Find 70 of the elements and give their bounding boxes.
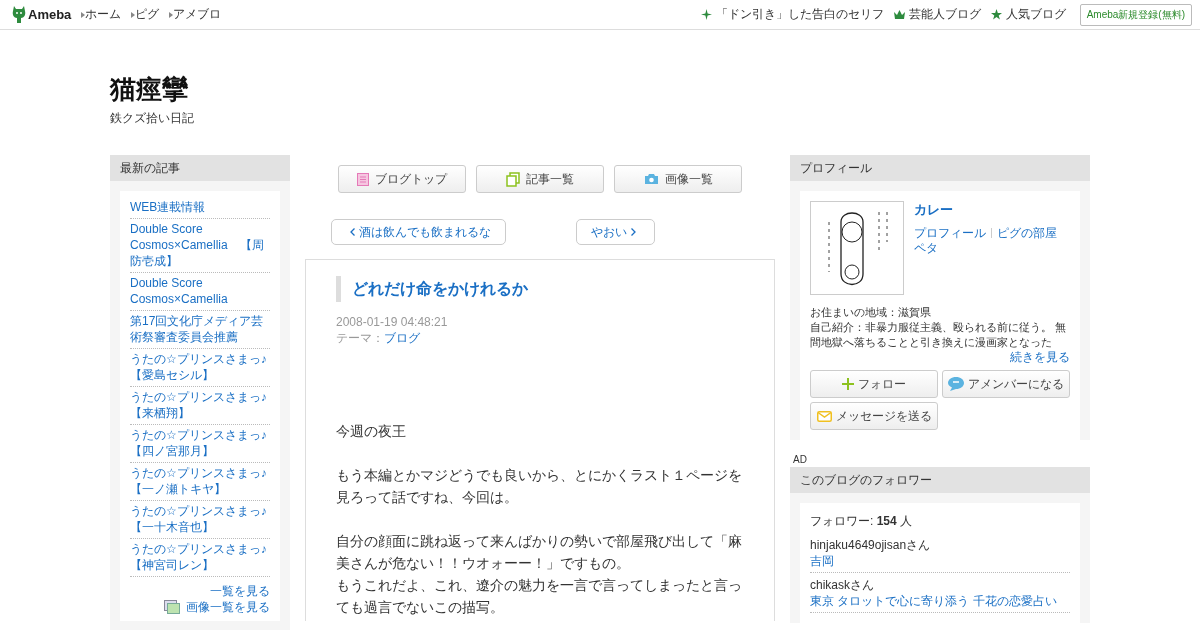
body-text: 今週の夜王: [336, 422, 407, 441]
article-link[interactable]: うたの☆プリンスさまっ♪【神宮司レン】: [130, 539, 270, 577]
peta-link[interactable]: ペタ: [914, 241, 1057, 255]
nav-link[interactable]: ホーム: [85, 6, 122, 23]
image-icon: [164, 600, 180, 614]
article-title[interactable]: どれだけ命をかけれるか: [336, 276, 744, 302]
body-text: 自分の顔面に跳ね返って来んばかりの勢いで部屋飛び出して「麻美さんが危ない！！ウオォーー！」ですもの。: [336, 532, 743, 573]
blog-title[interactable]: 猫痙攣: [110, 74, 1090, 104]
follower-name: hinjaku4649ojisanさん: [810, 537, 932, 553]
body-text: もう本編とかマジどうでも良いから、とにかくラスト１ページを見ろって話ですね、今回は。: [336, 466, 743, 507]
article-link[interactable]: 第17回文化庁メディア芸術祭審査委員会推薦: [130, 311, 270, 349]
panel-heading: 最新の記事: [110, 155, 290, 181]
theme-label: テーマ：: [336, 331, 384, 345]
plus-icon: [842, 378, 854, 390]
member-button[interactable]: アメンバーになる: [942, 370, 1070, 398]
chevron-left-icon: [350, 228, 355, 236]
article-link[interactable]: うたの☆プリンスさまっ♪【四ノ宮那月】: [130, 425, 270, 463]
read-more-link[interactable]: 続きを見る: [810, 350, 1070, 364]
article-link[interactable]: Double Score Cosmos×Camellia: [130, 273, 270, 311]
crown-icon: [893, 10, 905, 19]
documents-icon: [506, 171, 520, 187]
blog-subtitle: 鉄クズ拾い日記: [110, 110, 195, 127]
nav-link[interactable]: ピグ: [135, 6, 160, 23]
logo-icon: [12, 6, 26, 23]
register-button[interactable]: Ameba新規登録(無料): [1079, 3, 1192, 26]
triangle-icon: [81, 11, 86, 18]
triangle-icon: [169, 11, 174, 18]
chevron-right-icon: [631, 228, 636, 236]
top-link[interactable]: 芸能人ブログ: [908, 6, 981, 23]
article-link[interactable]: うたの☆プリンスさまっ♪【一ノ瀬トキヤ】: [130, 463, 270, 501]
profile-area: お住まいの地域：滋賀県: [810, 305, 1070, 320]
follower-blog-link[interactable]: 東京 タロットで心に寄り添う 千花の恋愛占い: [810, 593, 1070, 609]
pigg-room-link[interactable]: ピグの部屋: [997, 227, 1057, 239]
previous-article-button[interactable]: 酒は飲んでも飲まれるな: [331, 219, 506, 245]
article-link[interactable]: うたの☆プリンスさまっ♪【一十木音也】: [130, 501, 270, 539]
follow-button[interactable]: フォロー: [810, 370, 938, 398]
top-link[interactable]: 「ドン引き」した告白のセリフ: [715, 6, 884, 23]
follower-name: chikaskさん: [810, 577, 875, 593]
article-link[interactable]: WEB連載情報: [130, 197, 270, 219]
sparkle-icon: [700, 9, 712, 20]
follower-blog-link[interactable]: 吉岡: [810, 553, 1070, 569]
ad-label: AD: [793, 454, 808, 465]
message-button[interactable]: メッセージを送る: [810, 402, 938, 430]
speech-bubble-icon: [948, 377, 964, 391]
profile-name[interactable]: カレー: [914, 201, 1057, 219]
nav-tab[interactable]: 画像一覧: [614, 165, 742, 193]
theme-link[interactable]: ブログ: [384, 331, 420, 345]
camera-icon: [643, 173, 659, 185]
profile-link[interactable]: プロフィール: [914, 227, 986, 239]
next-article-button[interactable]: やおい: [576, 219, 655, 245]
body-text: もうこれだよ、これ、遼介の魅力を一言で言ってしまったと言っても過言でないこの描写。: [336, 576, 743, 617]
panel-heading: このブログのフォロワー: [790, 467, 1090, 493]
article-link[interactable]: うたの☆プリンスさまっ♪【愛島セシル】: [130, 349, 270, 387]
nav-link[interactable]: アメブロ: [173, 6, 222, 23]
page-icon: [357, 172, 369, 186]
panel-heading: プロフィール: [790, 155, 1090, 181]
top-link[interactable]: 人気ブログ: [1005, 6, 1066, 23]
image-list-link[interactable]: 画像一覧を見る: [186, 599, 270, 615]
nav-tab[interactable]: ブログトップ: [338, 165, 466, 193]
logo-text[interactable]: Ameba: [28, 7, 72, 22]
article-link[interactable]: うたの☆プリンスさまっ♪【来栖翔】: [130, 387, 270, 425]
article-date: 2008-01-19 04:48:21: [336, 314, 449, 330]
nav-tab[interactable]: 記事一覧: [476, 165, 604, 193]
list-link[interactable]: 一覧を見る: [130, 583, 270, 599]
envelope-icon: [816, 410, 832, 422]
triangle-icon: [131, 11, 136, 18]
profile-intro: 自己紹介：非暴力服従主義、殴られる前に従う。 無間地獄へ落ちることと引き換えに漫画家となった: [810, 320, 1068, 350]
article-link[interactable]: Double Score Cosmos×Camellia 【周防壱成】: [130, 219, 270, 273]
star-icon: [990, 9, 1002, 20]
follower-count: フォロワー: 154 人: [810, 513, 914, 529]
